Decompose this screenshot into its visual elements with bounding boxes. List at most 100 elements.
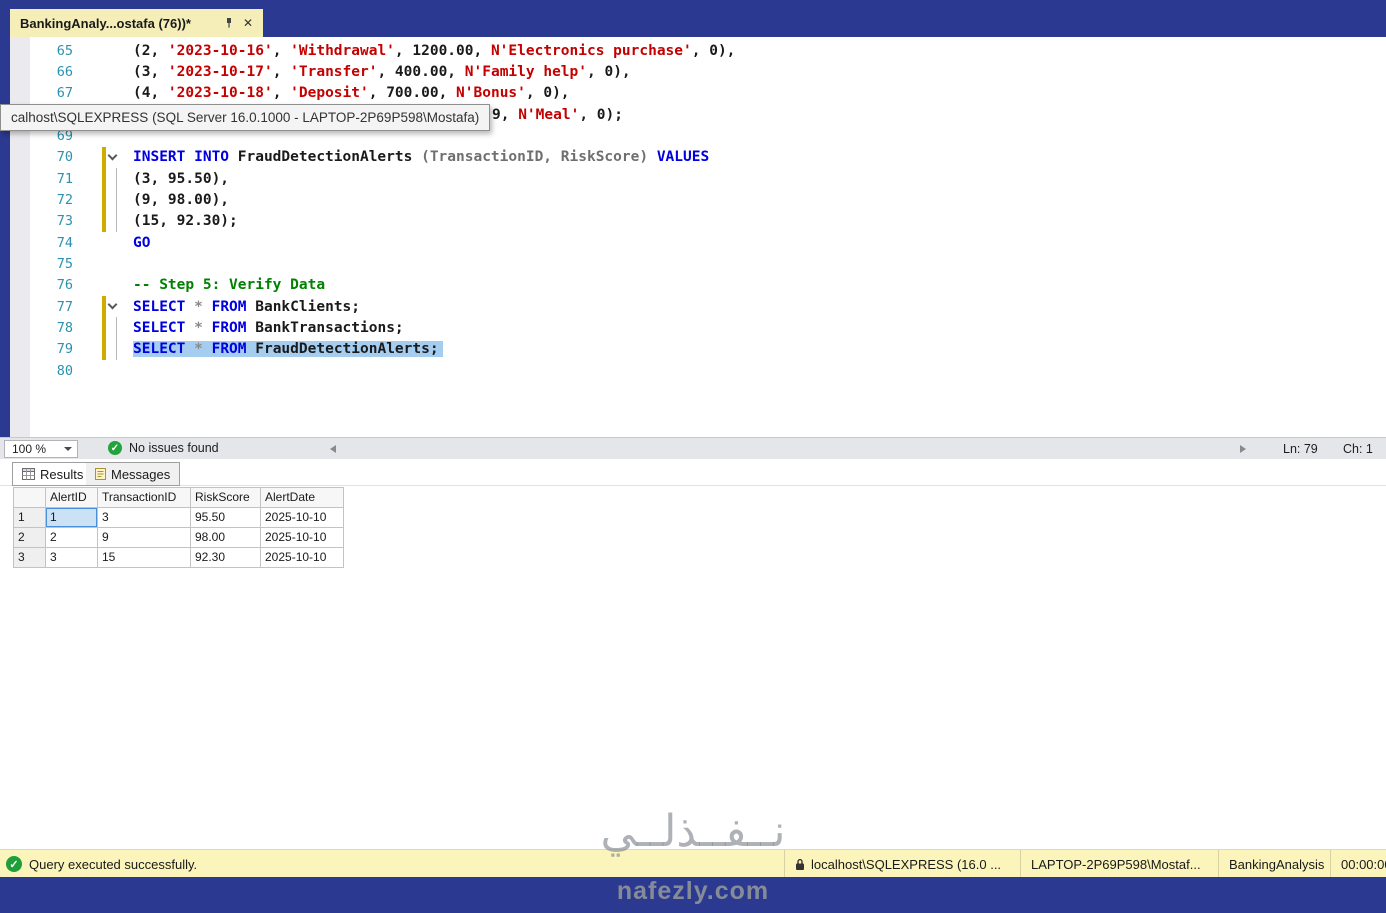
grid-cell[interactable]: 3 [46,548,98,568]
scroll-right-icon[interactable] [1240,445,1246,453]
results-grid: AlertID TransactionID RiskScore AlertDate 1 1… [13,487,344,568]
change-tracking-bar [102,168,106,190]
line-number[interactable]: 65 [10,43,76,59]
grid-cell[interactable]: 2025-10-10 [261,508,344,528]
health-text: No issues found [129,441,219,455]
editor-margin [76,253,133,274]
line-number[interactable]: 76 [10,277,76,293]
grid-cell[interactable]: 2 [46,528,98,548]
editor-margin [76,296,133,318]
code-line[interactable]: 79 SELECT * FROM FraudDetectionAlerts; [10,338,1386,361]
line-number[interactable]: 66 [10,64,76,80]
grid-header-cell[interactable]: TransactionID [98,488,191,508]
document-tab[interactable]: BankingAnaly...ostafa (76))* ✕ [10,9,263,37]
code-text[interactable]: (3, 95.50), [133,171,229,187]
chevron-down-icon [64,447,72,451]
code-text[interactable]: (3, '2023-10-17', 'Transfer', 400.00, N'… [133,64,631,80]
line-number[interactable]: 73 [10,213,76,229]
code-text[interactable]: (2, '2023-10-16', 'Withdrawal', 1200.00,… [133,43,735,59]
grid-cell[interactable]: 9 [98,528,191,548]
editor-margin [76,40,133,61]
grid-row: 1 1 3 95.50 2025-10-10 [14,508,344,528]
scroll-left-icon[interactable] [330,445,336,453]
grid-row: 3 3 15 92.30 2025-10-10 [14,548,344,568]
code-line[interactable]: 73 (15, 92.30); [10,210,1386,233]
health-indicator: ✓ No issues found [108,441,219,455]
code-line[interactable]: 75 [10,253,1386,274]
collapse-chevron-icon[interactable] [107,150,118,161]
change-tracking-bar [102,146,106,169]
grid-cell[interactable]: 15 [98,548,191,568]
grid-corner-cell[interactable] [14,488,46,508]
code-line[interactable]: 72 (9, 98.00), [10,189,1386,211]
code-text[interactable]: INSERT INTO FraudDetectionAlerts (Transa… [133,149,709,165]
grid-cell[interactable]: 3 [98,508,191,528]
status-server-segment: localhost\SQLEXPRESS (16.0 ... [784,850,1020,878]
code-text[interactable]: SELECT * FROM BankClients; [133,299,360,315]
line-number[interactable]: 71 [10,171,76,187]
editor-margin [76,360,133,381]
line-number[interactable]: 77 [10,299,76,315]
success-check-icon: ✓ [6,856,22,872]
code-line[interactable]: 65 (2, '2023-10-16', 'Withdrawal', 1200.0… [10,40,1386,61]
code-line[interactable]: 66 (3, '2023-10-17', 'Transfer', 400.00, … [10,61,1386,82]
grid-header-cell[interactable]: RiskScore [191,488,261,508]
code-line[interactable]: 71 (3, 95.50), [10,168,1386,190]
code-line[interactable]: 76 -- Step 5: Verify Data [10,275,1386,296]
line-number[interactable]: 78 [10,320,76,336]
tab-messages-label: Messages [111,466,171,482]
grid-cell[interactable]: 95.50 [191,508,261,528]
line-number[interactable]: 80 [10,363,76,379]
change-tracking-bar [102,338,106,361]
outline-guide [116,168,117,190]
pin-icon[interactable] [221,15,237,31]
collapse-chevron-icon[interactable] [107,299,118,310]
grid-cell[interactable]: 2025-10-10 [261,528,344,548]
sql-editor[interactable]: 65 (2, '2023-10-16', 'Withdrawal', 1200.0… [10,37,1386,437]
code-line[interactable]: 80 [10,360,1386,381]
grid-cell[interactable]: 1 [46,508,98,528]
status-server: localhost\SQLEXPRESS (16.0 ... [811,856,1002,872]
grid-header-cell[interactable]: AlertDate [261,488,344,508]
code-text[interactable]: (9, 98.00), [133,192,229,208]
line-number[interactable]: 75 [10,256,76,272]
grid-row-header[interactable]: 3 [14,548,46,568]
code-line[interactable]: 77 SELECT * FROM BankClients; [10,296,1386,318]
bottom-bar: nafezly.com [0,877,1386,913]
line-number[interactable]: 72 [10,192,76,208]
document-tab-title: BankingAnaly...ostafa (76))* [20,15,191,31]
grid-header-cell[interactable]: AlertID [46,488,98,508]
line-number[interactable]: 67 [10,85,76,101]
grid-cell[interactable]: 92.30 [191,548,261,568]
grid-row: 2 2 9 98.00 2025-10-10 [14,528,344,548]
tab-results[interactable]: Results [12,462,94,486]
code-line[interactable]: 67 (4, '2023-10-18', 'Deposit', 700.00, N… [10,83,1386,104]
grid-cell[interactable]: 98.00 [191,528,261,548]
code-line[interactable]: 78 SELECT * FROM BankTransactions; [10,317,1386,339]
zoom-select[interactable]: 100 % [4,440,78,458]
code-text[interactable]: (4, '2023-10-18', 'Deposit', 700.00, N'B… [133,85,570,101]
code-text[interactable]: -- Step 5: Verify Data [133,277,325,293]
line-number[interactable]: 74 [10,235,76,251]
code-text[interactable]: GO [133,235,150,251]
line-number[interactable]: 70 [10,149,76,165]
code-text[interactable]: (15, 92.30); [133,213,238,229]
close-icon[interactable]: ✕ [240,15,256,31]
grid-cell[interactable]: 2025-10-10 [261,548,344,568]
code-line[interactable]: 74 GO [10,232,1386,253]
check-icon: ✓ [108,441,122,455]
change-tracking-bar [102,189,106,211]
editor-margin [76,275,133,296]
code-line[interactable]: 70 INSERT INTO FraudDetectionAlerts (Tran… [10,146,1386,169]
code-text[interactable]: SELECT * FROM FraudDetectionAlerts; [133,341,443,358]
grid-row-header[interactable]: 2 [14,528,46,548]
line-number[interactable]: 79 [10,341,76,357]
editor-left-border [0,37,10,437]
code-text[interactable]: 9, N'Meal', 0); [492,107,623,123]
tab-messages[interactable]: Messages [86,462,181,486]
code-text[interactable]: SELECT * FROM BankTransactions; [133,320,404,336]
editor-margin [76,210,133,233]
grid-row-header[interactable]: 1 [14,508,46,528]
editor-margin [76,189,133,211]
change-tracking-bar [102,317,106,339]
